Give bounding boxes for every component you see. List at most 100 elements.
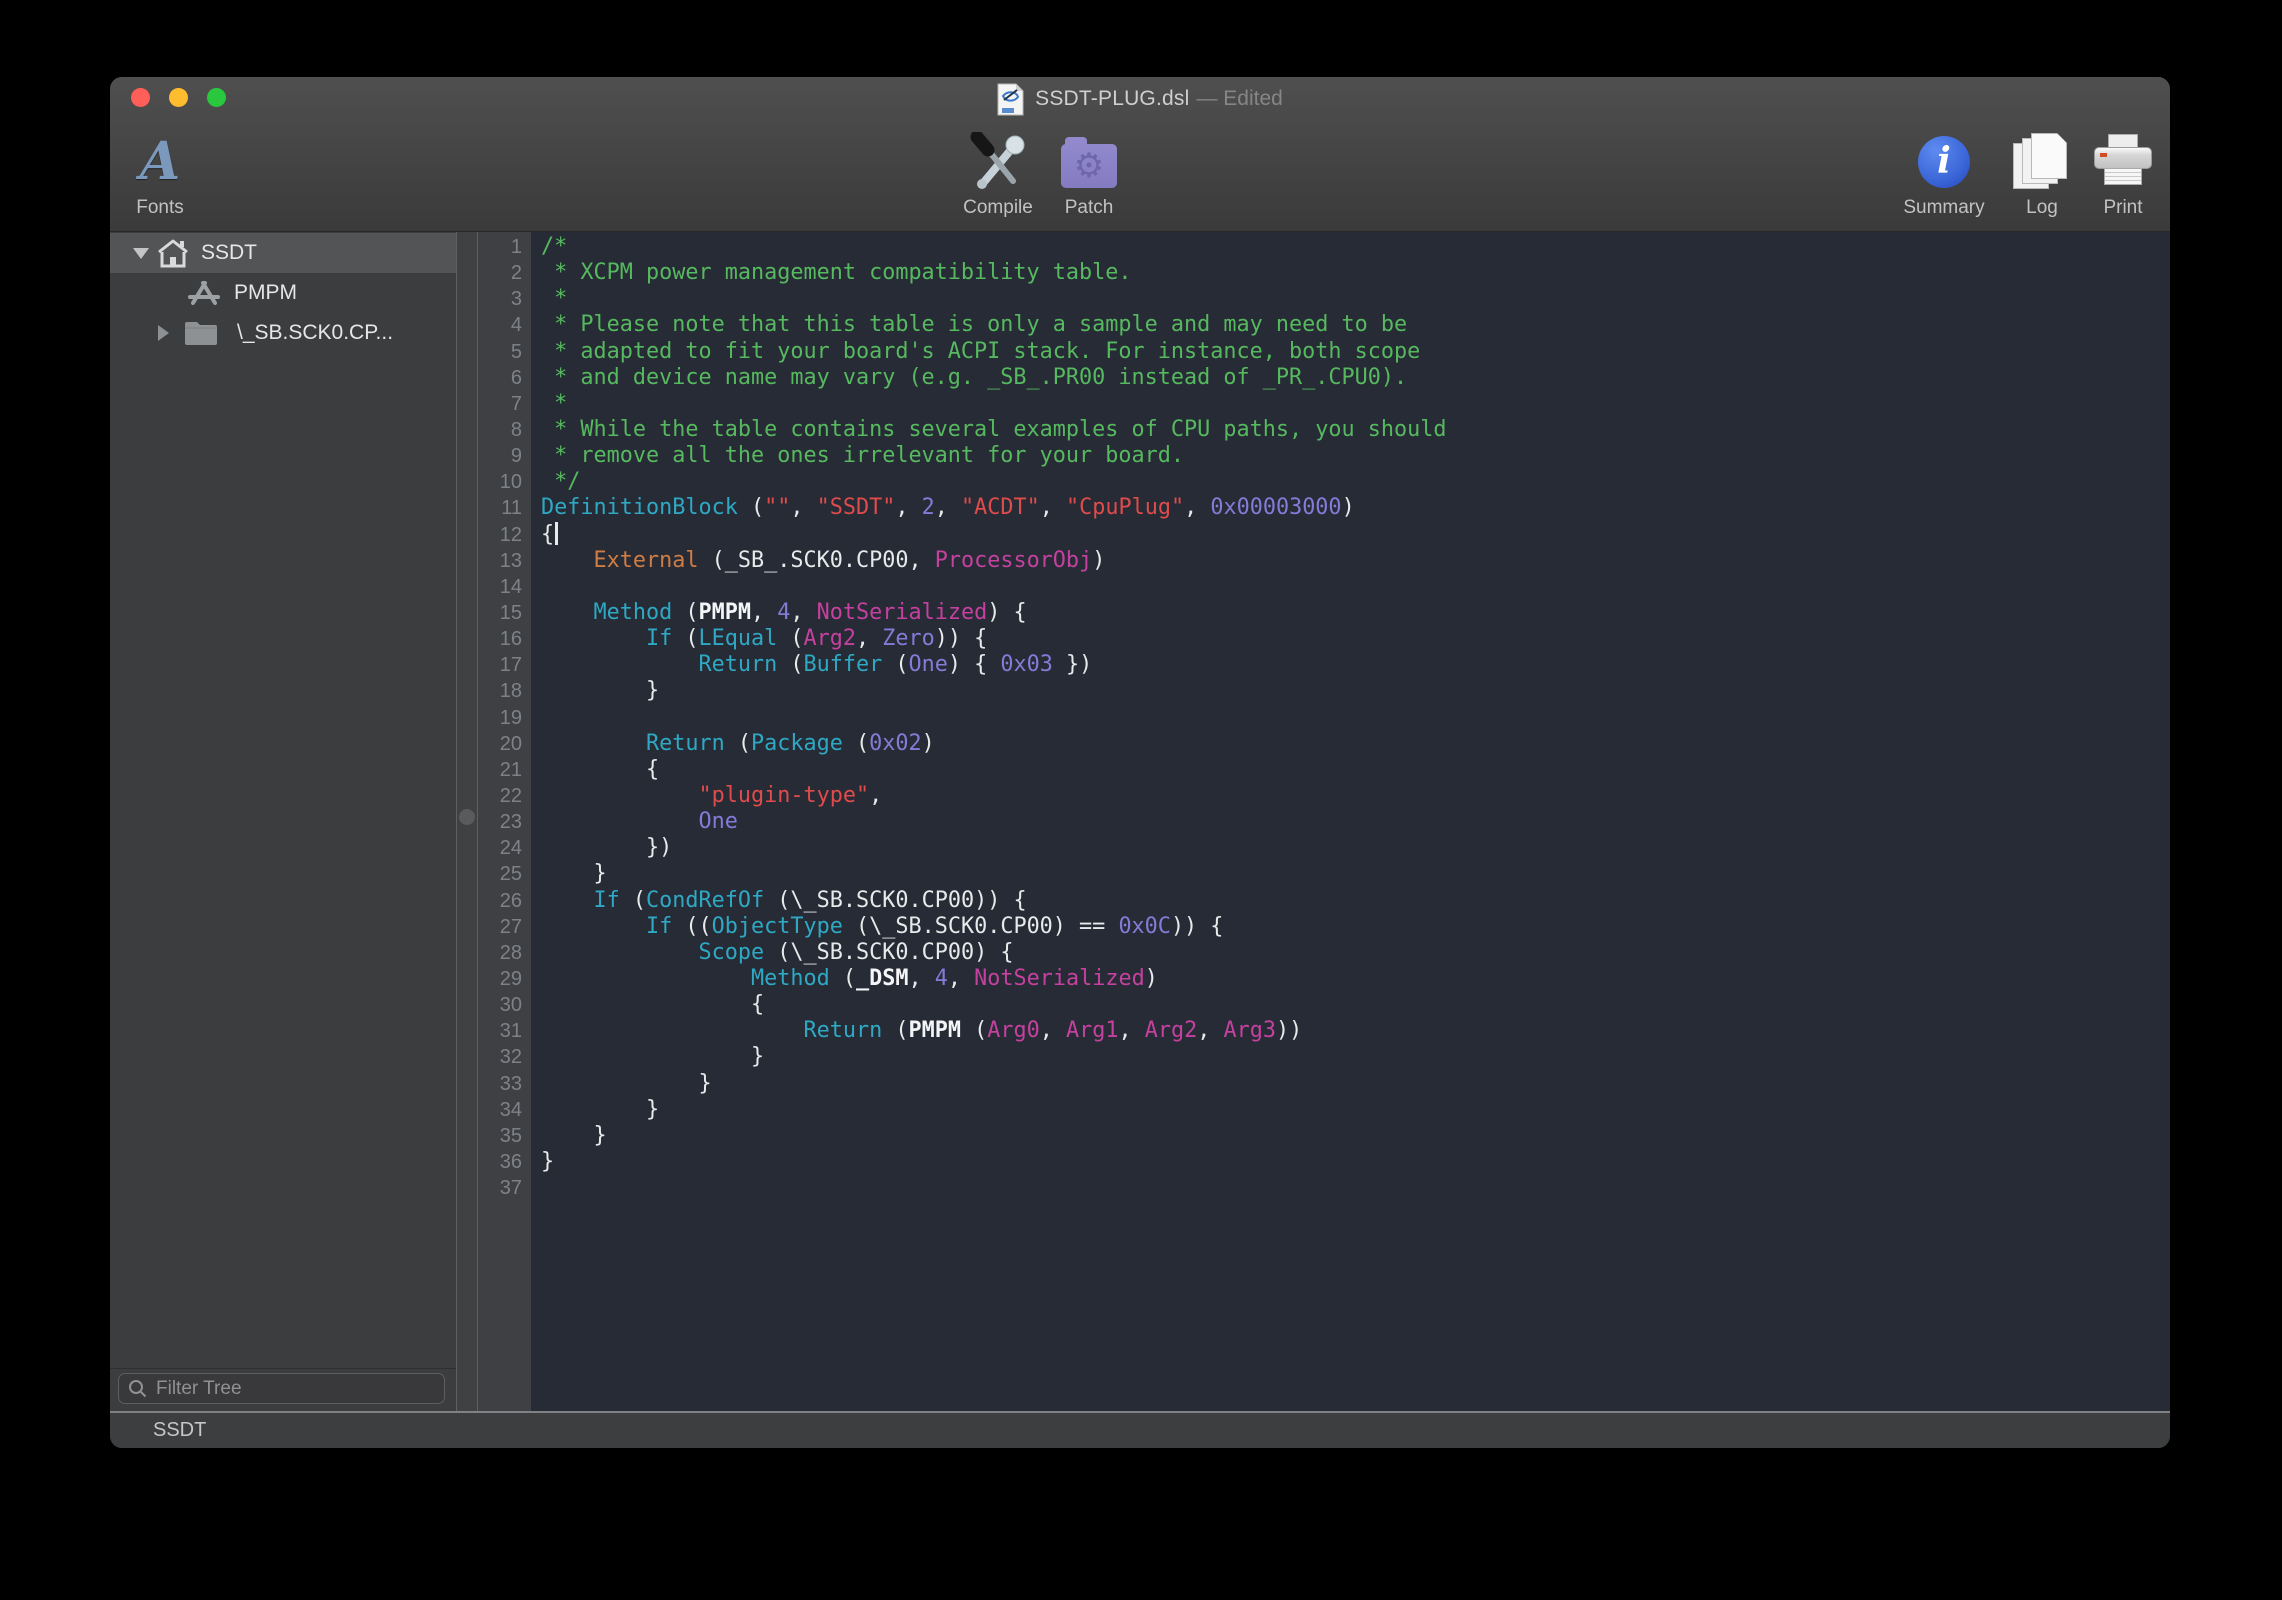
code-line[interactable]: If (CondRefOf (\_SB.SCK0.CP00)) { [541, 888, 2170, 914]
code-line[interactable]: External (_SB_.SCK0.CP00, ProcessorObj) [541, 548, 2170, 574]
code-line[interactable]: Return (PMPM (Arg0, Arg1, Arg2, Arg3)) [541, 1018, 2170, 1044]
code-token: , [869, 783, 882, 808]
code-line[interactable]: Scope (\_SB.SCK0.CP00) { [541, 940, 2170, 966]
code-token: 4 [777, 600, 790, 625]
code-token: }) [1053, 652, 1092, 677]
code-token: "SSDT" [817, 495, 896, 520]
code-token: (\_SB.SCK0.CP00) == [843, 914, 1119, 939]
line-number: 24 [478, 835, 522, 861]
line-number: 35 [478, 1123, 522, 1149]
code-token: , [1040, 1018, 1066, 1043]
filter-tree-input[interactable] [156, 1378, 435, 1400]
code-token: Return [698, 652, 777, 677]
code-line[interactable]: * remove all the ones irrelevant for you… [541, 443, 2170, 469]
code-line[interactable]: * [541, 391, 2170, 417]
line-number: 16 [478, 626, 522, 652]
code-line[interactable]: /* [541, 234, 2170, 260]
code-line[interactable] [541, 705, 2170, 731]
code-token: } [541, 1044, 764, 1069]
code-token: , [935, 495, 961, 520]
code-token: DefinitionBlock [541, 495, 738, 520]
splitter-handle-dot[interactable] [459, 809, 475, 825]
code-line[interactable]: { [541, 522, 2170, 548]
code-token: One [908, 652, 947, 677]
line-number: 6 [478, 365, 522, 391]
code-line[interactable]: }) [541, 835, 2170, 861]
code-line[interactable]: * and device name may vary (e.g. _SB_.PR… [541, 365, 2170, 391]
code-token: Arg2 [803, 626, 856, 651]
tree-item-pmpm[interactable]: PMPM [110, 273, 456, 313]
code-token: "plugin-type" [698, 783, 869, 808]
line-number: 34 [478, 1097, 522, 1123]
status-path: SSDT [153, 1419, 206, 1442]
code-token: * Please note that this table is only a … [541, 312, 1407, 337]
code-line[interactable]: * XCPM power management compatibility ta… [541, 260, 2170, 286]
code-line[interactable] [541, 574, 2170, 600]
code-line[interactable]: } [541, 1149, 2170, 1175]
code-token: Package [751, 731, 843, 756]
tree-item-sb-sck0[interactable]: \_SB.SCK0.CP... [110, 313, 456, 353]
code-line[interactable]: "plugin-type", [541, 783, 2170, 809]
code-token: (\_SB.SCK0.CP00)) { [764, 888, 1026, 913]
code-line[interactable]: } [541, 1071, 2170, 1097]
patch-tools-icon [188, 280, 220, 306]
line-number: 29 [478, 966, 522, 992]
code-token: , [790, 495, 816, 520]
code-token: 4 [935, 966, 948, 991]
fonts-toolbar-button[interactable]: A Fonts [110, 131, 235, 219]
code-editor[interactable]: 1234567891011121314151617181920212223242… [478, 232, 2170, 1411]
window-header: SSDT-PLUG.dsl— Edited A Fonts Comp [110, 77, 2170, 232]
code-token: Method [751, 966, 830, 991]
code-line[interactable]: One [541, 809, 2170, 835]
code-line[interactable]: * adapted to fit your board's ACPI stack… [541, 339, 2170, 365]
code-token [541, 940, 698, 965]
patch-toolbar-button[interactable]: ⚙ Patch [1014, 131, 1164, 219]
code-line[interactable]: * [541, 286, 2170, 312]
line-number-gutter: 1234567891011121314151617181920212223242… [478, 232, 531, 1411]
code-token [541, 966, 751, 991]
patch-label: Patch [1065, 197, 1114, 219]
code-line[interactable]: * Please note that this table is only a … [541, 312, 2170, 338]
sidebar-splitter[interactable] [456, 232, 478, 1411]
tree-item-label: \_SB.SCK0.CP... [237, 321, 393, 345]
code-token: ( [672, 600, 698, 625]
disclosure-closed-icon[interactable] [158, 325, 169, 341]
code-line[interactable]: } [541, 1123, 2170, 1149]
app-window: SSDT-PLUG.dsl— Edited A Fonts Comp [110, 77, 2170, 1448]
code-token: ( [830, 966, 856, 991]
code-line[interactable]: } [541, 861, 2170, 887]
code-token: ( [843, 731, 869, 756]
code-line[interactable]: } [541, 678, 2170, 704]
code-line[interactable]: DefinitionBlock ("", "SSDT", 2, "ACDT", … [541, 495, 2170, 521]
code-line[interactable]: { [541, 757, 2170, 783]
code-token [541, 783, 698, 808]
code-line[interactable]: { [541, 992, 2170, 1018]
code-line[interactable]: Return (Package (0x02) [541, 731, 2170, 757]
code-token: { [541, 757, 659, 782]
code-token: 0x02 [869, 731, 922, 756]
code-token: )) { [1171, 914, 1224, 939]
code-line[interactable]: Return (Buffer (One) { 0x03 }) [541, 652, 2170, 678]
code-line[interactable]: If (LEqual (Arg2, Zero)) { [541, 626, 2170, 652]
code-token: } [541, 1149, 554, 1174]
line-number: 36 [478, 1149, 522, 1175]
code-token: , [948, 966, 974, 991]
code-line[interactable]: If ((ObjectType (\_SB.SCK0.CP00) == 0x0C… [541, 914, 2170, 940]
folder-icon [184, 320, 218, 346]
line-number: 2 [478, 260, 522, 286]
tree-item-ssdt[interactable]: SSDT [110, 233, 456, 273]
code-line[interactable]: } [541, 1044, 2170, 1070]
code-token: } [541, 678, 659, 703]
code-token: )) { [935, 626, 988, 651]
code-lines[interactable]: /* * XCPM power management compatibility… [531, 232, 2170, 1411]
disclosure-open-icon[interactable] [133, 248, 149, 259]
code-line[interactable]: Method (PMPM, 4, NotSerialized) { [541, 600, 2170, 626]
line-number: 17 [478, 652, 522, 678]
code-line[interactable]: } [541, 1097, 2170, 1123]
code-line[interactable]: * While the table contains several examp… [541, 417, 2170, 443]
code-line[interactable]: Method (_DSM, 4, NotSerialized) [541, 966, 2170, 992]
code-token: NotSerialized [974, 966, 1145, 991]
code-line[interactable]: */ [541, 469, 2170, 495]
code-line[interactable] [541, 1175, 2170, 1201]
print-toolbar-button[interactable]: Print [2048, 131, 2170, 219]
